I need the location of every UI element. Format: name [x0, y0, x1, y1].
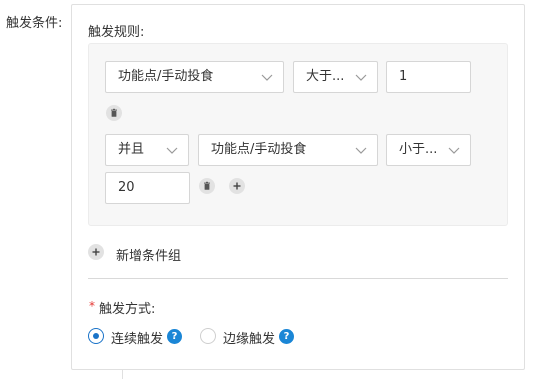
add-condition-button[interactable] — [229, 178, 245, 194]
datapoint-select-1[interactable]: 功能点/手动投食 — [105, 61, 284, 93]
delete-row-1-button[interactable] — [106, 105, 122, 121]
value-input-2-value: 20 — [118, 180, 135, 195]
plus-icon — [91, 247, 101, 257]
radio-continuous-trigger-label[interactable]: 连续触发 — [111, 328, 163, 347]
operator-select-2[interactable]: 小于... — [386, 134, 471, 166]
radio-edge-trigger-label[interactable]: 边缘触发 — [223, 328, 275, 347]
delete-row-2-button[interactable] — [199, 178, 215, 194]
add-condition-group-button[interactable] — [88, 244, 104, 260]
add-condition-group-label[interactable]: 新增条件组 — [116, 245, 181, 264]
operator-select-1[interactable]: 大于... — [293, 61, 378, 93]
value-input-1[interactable]: 1 — [386, 61, 471, 93]
chevron-down-icon — [355, 72, 367, 82]
radio-edge-trigger[interactable] — [200, 328, 216, 344]
question-icon[interactable]: ? — [167, 329, 182, 344]
trash-icon — [202, 181, 212, 191]
chevron-down-icon — [448, 145, 460, 155]
plus-icon — [232, 181, 242, 191]
datapoint-select-1-value: 功能点/手动投食 — [118, 69, 214, 84]
operator-select-2-value: 小于... — [399, 142, 438, 157]
required-mark: * — [89, 299, 95, 313]
value-input-2[interactable]: 20 — [105, 172, 190, 204]
datapoint-select-2-value: 功能点/手动投食 — [211, 142, 307, 157]
card-connector-line — [122, 369, 123, 379]
chevron-down-icon — [261, 72, 273, 82]
trash-icon — [109, 108, 119, 118]
field-label-trigger-condition: 触发条件: — [6, 16, 63, 31]
datapoint-select-2[interactable]: 功能点/手动投食 — [198, 134, 378, 166]
trigger-mode-label: 触发方式: — [99, 302, 156, 317]
logic-select-2[interactable]: 并且 — [105, 134, 189, 166]
value-input-1-value: 1 — [399, 69, 408, 84]
radio-continuous-trigger[interactable] — [88, 328, 104, 344]
section-title-trigger-rule: 触发规则: — [88, 25, 145, 40]
question-icon[interactable]: ? — [279, 329, 294, 344]
chevron-down-icon — [166, 145, 178, 155]
chevron-down-icon — [355, 145, 367, 155]
divider — [88, 278, 508, 279]
operator-select-1-value: 大于... — [306, 69, 345, 84]
logic-select-2-value: 并且 — [118, 142, 145, 157]
